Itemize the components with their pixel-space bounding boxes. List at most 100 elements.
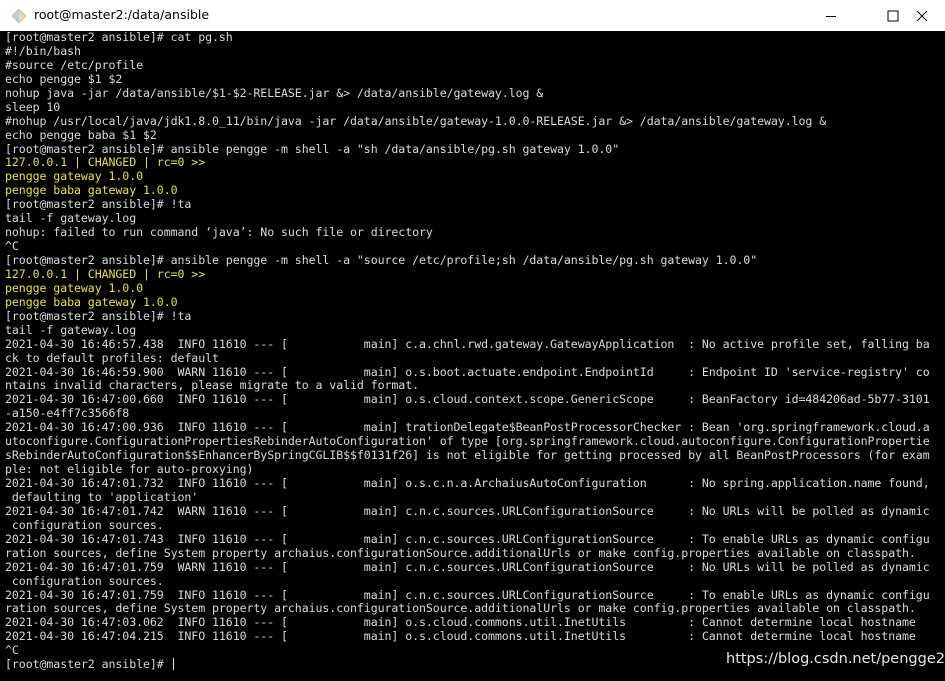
terminal-line: nohup: failed to run command ‘java’: No … — [5, 225, 945, 240]
terminal-line-text: [root@master2 ansible]# ansible pengge -… — [5, 141, 620, 156]
terminal-line: configuration sources. — [5, 573, 945, 589]
terminal-line-text: sleep 10 — [5, 99, 61, 114]
terminal-line: [root@master2 ansible]# cat pg.sh — [5, 31, 945, 45]
putty-diamond-icon[interactable] — [11, 8, 27, 24]
terminal-line: ple: not eligible for auto-proxying) — [5, 462, 945, 477]
terminal-line: 2021-04-30 16:47:00.660 INFO 11610 --- [… — [5, 392, 945, 407]
terminal-line: 2021-04-30 16:46:57.438 INFO 11610 --- [… — [5, 336, 945, 352]
terminal-line: ration sources, define System property a… — [5, 545, 945, 561]
terminal-line-text: [root@master2 ansible]# !ta — [5, 197, 192, 212]
terminal-line-text: defaulting to 'application' — [5, 489, 199, 504]
terminal-line-text: 2021-04-30 16:47:01.759 WARN 11610 --- [… — [5, 559, 930, 574]
terminal-line: tail -f gateway.log — [5, 211, 945, 226]
terminal-line-text: 127.0.0.1 | CHANGED | rc=0 >> — [5, 155, 206, 170]
terminal-line-text: pengge gateway 1.0.0 — [5, 169, 144, 184]
window-title: root@master2:/data/ansible — [34, 7, 210, 22]
terminal-line-text: #nohup /usr/local/java/jdk1.8.0_11/bin/j… — [5, 113, 827, 128]
terminal-window: root@master2:/data/ansible [root@master2… — [0, 0, 945, 681]
terminal-line-text: [root@master2 ansible]# — [5, 657, 171, 672]
terminal-line-text: #source /etc/profile — [5, 57, 144, 72]
terminal-line-text: tail -f gateway.log — [5, 211, 137, 226]
terminal-line: defaulting to 'application' — [5, 489, 945, 505]
terminal-line: ^C — [5, 239, 945, 254]
terminal-line: 2021-04-30 16:47:01.743 INFO 11610 --- [… — [5, 531, 945, 547]
minimize-button[interactable] — [808, 0, 854, 31]
close-icon — [916, 10, 928, 22]
terminal-line-text: configuration sources. — [5, 573, 164, 588]
terminal-line: echo pengge baba $1 $2 — [5, 127, 945, 143]
maximize-icon — [887, 10, 899, 22]
terminal-line-text: echo pengge $1 $2 — [5, 71, 123, 86]
terminal-line: [root@master2 ansible]# ansible pengge -… — [5, 141, 945, 157]
terminal-line: 127.0.0.1 | CHANGED | rc=0 >> — [5, 266, 945, 282]
terminal-line: 2021-04-30 16:47:01.759 WARN 11610 --- [… — [5, 559, 945, 575]
terminal-line: sRebinderAutoConfiguration$$EnhancerBySp… — [5, 448, 945, 463]
terminal-line-text: 2021-04-30 16:46:59.900 WARN 11610 --- [… — [5, 364, 930, 379]
terminal-line-text: -a150-e4ff7c3566f8 — [5, 406, 130, 421]
terminal-line: 2021-04-30 16:47:04.215 INFO 11610 --- [… — [5, 629, 945, 644]
terminal-line-text: #!/bin/bash — [5, 43, 81, 58]
terminal-line-text: ^C — [5, 239, 19, 254]
terminal-line: pengge gateway 1.0.0 — [5, 280, 945, 296]
terminal-line-text: 2021-04-30 16:47:00.936 INFO 11610 --- [… — [5, 420, 930, 435]
terminal-line-text: 127.0.0.1 | CHANGED | rc=0 >> — [5, 266, 206, 281]
terminal-line: 2021-04-30 16:47:03.062 INFO 11610 --- [… — [5, 615, 945, 630]
terminal-line: -a150-e4ff7c3566f8 — [5, 406, 945, 421]
minimize-icon — [825, 10, 837, 22]
terminal-line-text: 2021-04-30 16:47:00.660 INFO 11610 --- [… — [5, 392, 930, 407]
terminal-line: ration sources, define System property a… — [5, 601, 945, 616]
terminal-line-text: ntains invalid characters, please migrat… — [5, 378, 420, 393]
terminal-line: 2021-04-30 16:46:59.900 WARN 11610 --- [… — [5, 364, 945, 380]
terminal-line-text: [root@master2 ansible]# cat pg.sh — [5, 31, 233, 44]
terminal-line-text: sRebinderAutoConfiguration$$EnhancerBySp… — [5, 448, 930, 463]
terminal-line-text: nohup java -jar /data/ansible/$1-$2-RELE… — [5, 85, 544, 100]
terminal-line-text: ration sources, define System property a… — [5, 601, 916, 616]
terminal-line: 2021-04-30 16:47:01.759 INFO 11610 --- [… — [5, 588, 945, 603]
terminal-line-text: utoconfigure.ConfigurationPropertiesRebi… — [5, 434, 930, 449]
terminal-lines: [root@master2 ansible]# cat pg.sh #!/bin/… — [5, 31, 945, 672]
terminal-line-text: 2021-04-30 16:46:57.438 INFO 11610 --- [… — [5, 336, 930, 351]
text-cursor — [172, 658, 174, 671]
terminal-line: ck to default profiles: default — [5, 350, 945, 366]
terminal-line: tail -f gateway.log — [5, 322, 945, 338]
terminal-line-text: pengge baba gateway 1.0.0 — [5, 294, 178, 309]
terminal-line: pengge gateway 1.0.0 — [5, 169, 945, 184]
terminal-line: utoconfigure.ConfigurationPropertiesRebi… — [5, 434, 945, 449]
close-button[interactable] — [899, 0, 945, 31]
watermark: https://blog.csdn.net/pengge2 — [726, 651, 945, 667]
terminal-line-text: tail -f gateway.log — [5, 322, 137, 337]
terminal-line-text: echo pengge baba $1 $2 — [5, 127, 157, 142]
terminal-line: [root@master2 ansible]# ansible pengge -… — [5, 253, 945, 268]
terminal-line: #!/bin/bash — [5, 43, 945, 59]
terminal-line: 2021-04-30 16:47:01.732 INFO 11610 --- [… — [5, 476, 945, 491]
terminal-line-text: 2021-04-30 16:47:01.742 WARN 11610 --- [… — [5, 503, 930, 518]
terminal-output[interactable]: [root@master2 ansible]# cat pg.sh #!/bin/… — [0, 31, 945, 681]
terminal-line-text: ple: not eligible for auto-proxying) — [5, 462, 254, 477]
terminal-line-text: 2021-04-30 16:47:03.062 INFO 11610 --- [… — [5, 615, 916, 630]
terminal-line: 2021-04-30 16:47:00.936 INFO 11610 --- [… — [5, 420, 945, 435]
terminal-line: pengge baba gateway 1.0.0 — [5, 183, 945, 198]
terminal-line-text: pengge baba gateway 1.0.0 — [5, 183, 178, 198]
terminal-line: ntains invalid characters, please migrat… — [5, 378, 945, 393]
terminal-line: #nohup /usr/local/java/jdk1.8.0_11/bin/j… — [5, 113, 945, 129]
terminal-line: 127.0.0.1 | CHANGED | rc=0 >> — [5, 155, 945, 170]
terminal-line-text: pengge gateway 1.0.0 — [5, 280, 144, 295]
terminal-line: configuration sources. — [5, 517, 945, 533]
terminal-line-text: nohup: failed to run command ‘java’: No … — [5, 225, 433, 240]
terminal-line-text: 2021-04-30 16:47:01.732 INFO 11610 --- [… — [5, 476, 930, 490]
terminal-line-text: configuration sources. — [5, 517, 164, 532]
terminal-line-text: 2021-04-30 16:47:04.215 INFO 11610 --- [… — [5, 629, 916, 644]
terminal-line: sleep 10 — [5, 99, 945, 115]
terminal-line-text: [root@master2 ansible]# !ta — [5, 308, 192, 323]
terminal-line: pengge baba gateway 1.0.0 — [5, 294, 945, 310]
terminal-line-text: 2021-04-30 16:47:01.743 INFO 11610 --- [… — [5, 531, 930, 546]
terminal-line-text: ck to default profiles: default — [5, 350, 219, 365]
title-bar[interactable]: root@master2:/data/ansible — [0, 0, 945, 31]
terminal-line: 2021-04-30 16:47:01.742 WARN 11610 --- [… — [5, 503, 945, 519]
terminal-line: nohup java -jar /data/ansible/$1-$2-RELE… — [5, 85, 945, 101]
terminal-line-text: [root@master2 ansible]# ansible pengge -… — [5, 253, 758, 267]
terminal-line: [root@master2 ansible]# !ta — [5, 197, 945, 212]
terminal-line-text: ration sources, define System property a… — [5, 545, 916, 560]
terminal-line-text: ^C — [5, 643, 19, 658]
terminal-line: #source /etc/profile — [5, 57, 945, 73]
